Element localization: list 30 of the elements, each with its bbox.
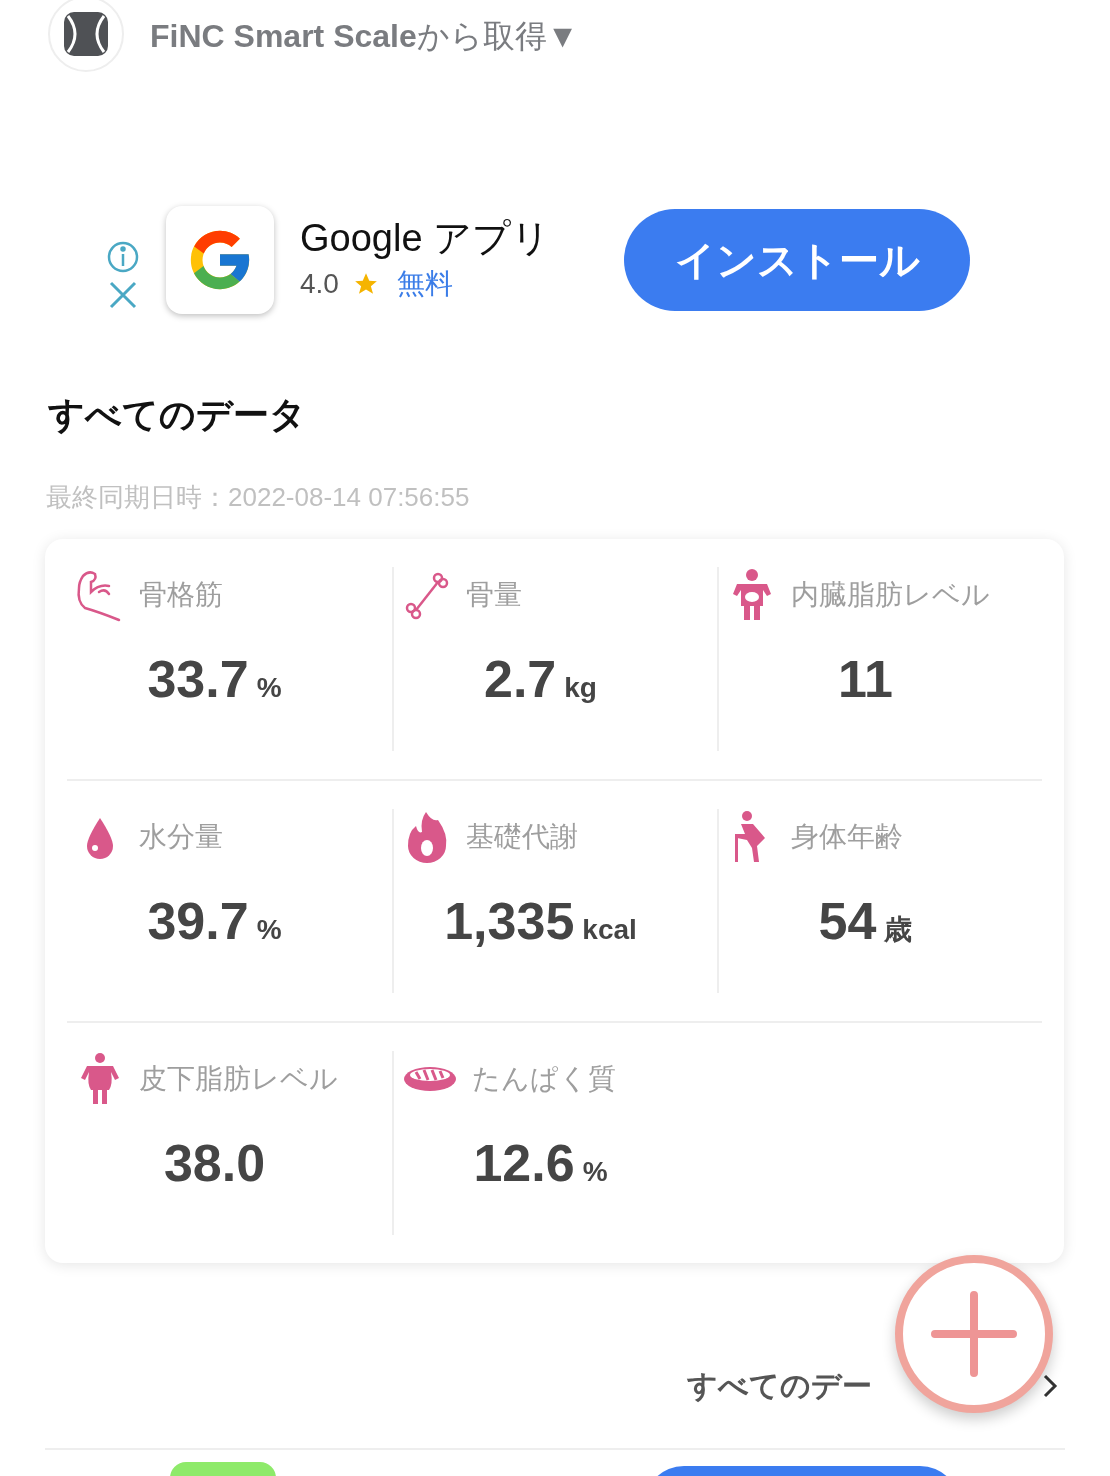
metric-label: 皮下脂肪レベル <box>139 1062 338 1096</box>
ad-price: 無料 <box>396 266 453 301</box>
metric-unit: kcal <box>582 913 637 947</box>
metric-unit: kg <box>564 671 597 705</box>
metric-value: 11 <box>838 653 893 705</box>
metric-value: 2.7 <box>484 653 557 705</box>
metric-label: 骨量 <box>466 578 522 612</box>
metric-value: 33.7 <box>147 653 249 705</box>
section-title: すべてのデータ <box>48 393 307 437</box>
ad-rating: 4.0 <box>300 266 339 301</box>
source-selector[interactable]: FiNC Smart Scaleから取得▼ <box>150 12 579 60</box>
metric-label: たんぱく質 <box>472 1062 616 1096</box>
ad-app-title: Google アプリ <box>300 216 552 262</box>
metric-value: 38.0 <box>163 1137 266 1189</box>
sync-time: 最終同期日時：2022-08-14 07:56:55 <box>46 481 471 514</box>
all-data-link[interactable]: すべてのデー <box>687 1363 872 1408</box>
metric-unit: % <box>256 913 282 947</box>
metric-label: 身体年齢 <box>791 820 903 854</box>
install-button[interactable]: インストール <box>624 209 970 311</box>
metric-unit: % <box>582 1155 608 1189</box>
metric-unit: % <box>256 671 282 705</box>
metric-value: 12.6 <box>473 1137 575 1189</box>
metric-label: 骨格筋 <box>139 578 223 612</box>
metric-label: 水分量 <box>139 820 223 854</box>
metric-label: 内臓脂肪レベル <box>791 578 990 612</box>
metric-label: 基礎代謝 <box>466 820 578 854</box>
metric-value: 54 <box>818 895 877 947</box>
metric-value: 1,335 <box>444 895 575 947</box>
metric-unit: 歳 <box>884 913 913 947</box>
metric-value: 39.7 <box>147 895 249 947</box>
